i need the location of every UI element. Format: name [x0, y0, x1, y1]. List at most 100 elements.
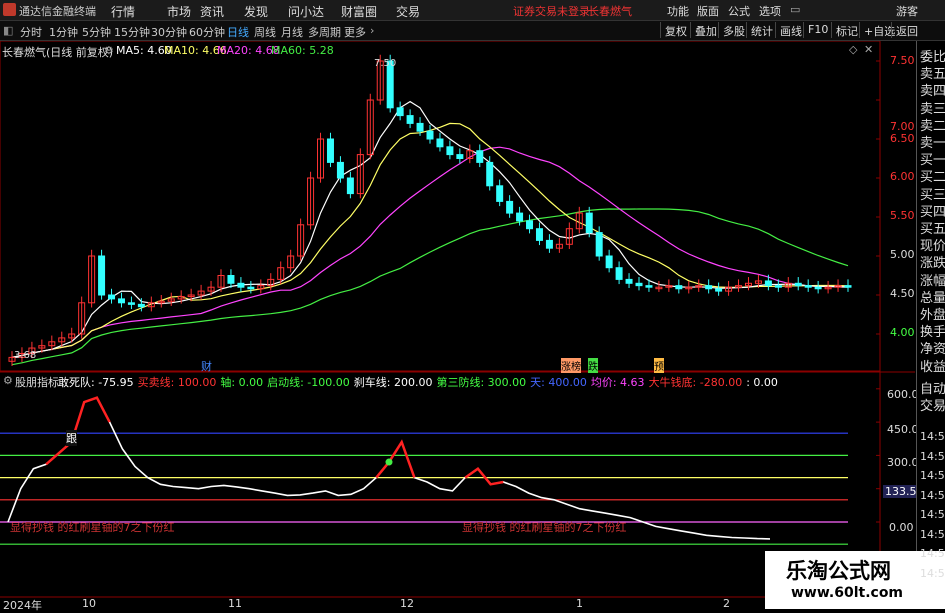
- event-tag-zhangbang[interactable]: 涨榜: [561, 358, 581, 373]
- menu-ask[interactable]: 问小达: [288, 3, 324, 20]
- indicator-value-3: 启动线: -100.00: [267, 376, 350, 389]
- time-label: 2024年: [3, 599, 42, 612]
- kline-close-icon[interactable]: ✕: [864, 43, 873, 56]
- tab-period-60min[interactable]: 60分钟: [189, 24, 225, 40]
- candle-body: [516, 212, 524, 222]
- tab-period-fenshi[interactable]: 分时: [20, 24, 42, 40]
- quote-field-13: 涨幅: [920, 273, 945, 289]
- quote-field-4: 卖二: [920, 118, 945, 134]
- candle-body: [336, 161, 344, 179]
- menu-layout[interactable]: 版面: [697, 3, 719, 19]
- btn-tongji[interactable]: 统计: [746, 22, 776, 38]
- trade-time-0: 14:56: [920, 430, 945, 443]
- btn-duogu[interactable]: 多股: [718, 22, 748, 38]
- app-title: 通达信金融终端: [19, 5, 96, 18]
- candle-body: [396, 107, 404, 117]
- candle-body: [545, 239, 553, 249]
- candle-body: [476, 150, 484, 163]
- btn-fuquan[interactable]: 复权: [660, 22, 690, 38]
- candle-body: [117, 298, 125, 304]
- watermark-logo: 乐淘公式网 www.60lt.com: [765, 551, 945, 609]
- quote-field-3: 卖三: [920, 101, 945, 117]
- menu-function[interactable]: 功能: [667, 3, 689, 19]
- trade-time-6: 14:56: [920, 547, 945, 560]
- menu-discover[interactable]: 发现: [244, 3, 268, 20]
- btn-huaxian[interactable]: 画线: [775, 22, 805, 38]
- trade-time-5: 14:56: [920, 527, 945, 541]
- tab-period-1min[interactable]: 1分钟: [49, 24, 78, 40]
- y-tick: 6.50: [890, 132, 915, 145]
- quote-panel: 委比 卖五 卖四 卖三 卖二 卖一 买一 买二 买三 买四 买五 现价 涨跌 涨幅 总量 外盘 换手 净资 收益 自动…: [916, 41, 945, 609]
- y-tick: 4.00: [890, 326, 915, 339]
- tab-period-week[interactable]: 周线: [254, 24, 276, 40]
- guest-user[interactable]: 游客: [896, 3, 918, 19]
- btn-diejia[interactable]: 叠加: [690, 22, 720, 38]
- candle-body: [98, 255, 106, 296]
- quote-field-8: 买三: [920, 187, 945, 203]
- minimize-icon[interactable]: ▭: [790, 3, 800, 16]
- candle-body: [794, 282, 802, 287]
- quote-field-20: 交易: [920, 399, 945, 414]
- chevron-right-icon[interactable]: ›: [370, 24, 374, 37]
- btn-biaoji[interactable]: 标记: [831, 22, 861, 38]
- quote-field-17: 净资: [920, 342, 945, 358]
- period-bar: ◧ 分时 1分钟 5分钟 15分钟 30分钟 60分钟 日线 周线 月线 多周期…: [0, 21, 945, 41]
- expand-icon[interactable]: ◧: [3, 24, 13, 37]
- time-label: 1: [576, 597, 583, 610]
- low-marker: 3.68: [14, 350, 37, 361]
- tab-period-day[interactable]: 日线: [227, 24, 249, 40]
- menu-news[interactable]: 资讯: [200, 3, 224, 20]
- kline-settings-icon[interactable]: ◇: [849, 43, 857, 56]
- btn-f10[interactable]: F10: [803, 22, 831, 38]
- indicator-settings-icon[interactable]: ⚙: [3, 374, 13, 387]
- login-status[interactable]: 证券交易未登录: [513, 3, 590, 19]
- candle-body: [127, 302, 135, 305]
- watermark-title: 乐淘公式网: [786, 559, 891, 583]
- event-tag-die[interactable]: 跌: [588, 358, 598, 373]
- candle-body: [496, 185, 504, 202]
- candle-body: [705, 285, 713, 290]
- menu-wealth[interactable]: 财富圈: [341, 3, 377, 20]
- tab-period-15min[interactable]: 15分钟: [114, 24, 150, 40]
- menu-quotes[interactable]: 行情: [111, 3, 135, 20]
- app-logo-icon: [3, 3, 16, 16]
- candle-body: [675, 285, 683, 290]
- y-tick: 7.50: [890, 54, 915, 67]
- quote-field-1: 卖五: [920, 67, 945, 83]
- tab-period-month[interactable]: 月线: [281, 24, 303, 40]
- tab-period-more[interactable]: 更多: [344, 24, 366, 40]
- indicator-red-segment: [375, 439, 416, 479]
- trade-time-3: 14:56: [920, 488, 945, 502]
- event-tag-yu[interactable]: 预: [654, 358, 664, 373]
- candle-body: [844, 285, 852, 288]
- indicator-value-5: 第三防线: 300.00: [436, 376, 527, 389]
- event-tag-cai[interactable]: 财: [201, 358, 212, 374]
- indicator-value-4: 刹车线: 200.00: [353, 376, 433, 389]
- quote-field-15: 外盘: [920, 308, 945, 323]
- indicator-value-1: 买卖线: 100.00: [137, 376, 217, 389]
- menu-options[interactable]: 选项: [759, 3, 781, 19]
- indicator-value-6: 天: 400.00: [530, 376, 587, 389]
- stock-tag[interactable]: 长春燃气: [588, 3, 632, 19]
- candle-body: [108, 294, 116, 300]
- candle-body: [237, 282, 245, 288]
- chart-area[interactable]: 长春燃气(日线 前复权) ⚙ MA5: 4.60 MA10: 4.66 MA20…: [0, 41, 926, 612]
- indicator-name: 股朋指标: [15, 376, 59, 389]
- menu-trade[interactable]: 交易: [396, 3, 420, 20]
- btn-back[interactable]: 返回: [891, 22, 921, 38]
- indicator-value-2: 轴: 0.00: [220, 376, 264, 389]
- tab-period-30min[interactable]: 30分钟: [151, 24, 187, 40]
- candle-body: [535, 228, 543, 241]
- trade-time-7: 14:56: [920, 566, 945, 580]
- tab-period-5min[interactable]: 5分钟: [82, 24, 111, 40]
- menu-market[interactable]: 市场: [167, 3, 191, 20]
- signal-dot: [385, 458, 393, 466]
- candle-body: [615, 267, 623, 280]
- tab-period-multi[interactable]: 多周期: [308, 24, 341, 40]
- trade-time-1: 14:56: [920, 449, 945, 463]
- menu-formula[interactable]: 公式: [728, 3, 750, 19]
- quote-field-9: 买四: [920, 204, 945, 220]
- settings-icon[interactable]: ⚙: [104, 44, 114, 57]
- candle-body: [456, 154, 464, 159]
- indicator-value-8: 大牛钱底: -280.00: [648, 376, 743, 389]
